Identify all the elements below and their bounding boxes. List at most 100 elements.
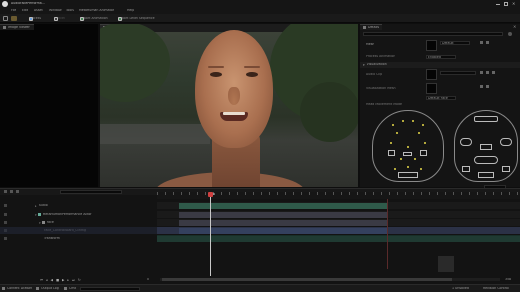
stop-icon[interactable]: ■ xyxy=(56,278,59,282)
process-button[interactable]: Process xyxy=(29,16,41,21)
face-control-board-left[interactable] xyxy=(372,110,444,186)
control-square[interactable] xyxy=(398,172,418,178)
control-point[interactable] xyxy=(407,166,409,168)
search-icon[interactable] xyxy=(16,190,19,193)
menu-help[interactable]: Help xyxy=(127,9,134,12)
cmd-button[interactable]: Cmd xyxy=(64,287,76,290)
reset-icon[interactable] xyxy=(486,71,489,74)
control-point[interactable] xyxy=(392,124,394,126)
control-square[interactable] xyxy=(460,138,472,146)
control-square[interactable] xyxy=(480,144,492,150)
control-square[interactable] xyxy=(502,166,510,172)
play-reverse-icon[interactable]: ◀ xyxy=(50,278,52,282)
minimize-icon[interactable] xyxy=(496,4,500,5)
chevron-down-icon[interactable]: ▾ xyxy=(39,221,41,225)
section-visualization[interactable]: ▾ Visualization xyxy=(360,62,520,68)
menu-metahuman-animator[interactable]: MetaHuman Animator xyxy=(79,9,114,12)
control-square[interactable] xyxy=(462,166,470,172)
go-to-end-icon[interactable]: ⏭ xyxy=(72,278,75,282)
control-square[interactable] xyxy=(474,156,498,164)
lane-audio[interactable] xyxy=(157,202,520,209)
image-viewer-tab[interactable]: Image Viewer xyxy=(0,24,34,30)
browse-icon[interactable] xyxy=(480,71,483,74)
control-square[interactable] xyxy=(500,138,512,146)
settings-icon[interactable] xyxy=(508,32,512,36)
control-square[interactable] xyxy=(403,152,412,156)
chevron-down-icon[interactable]: ▾ xyxy=(35,213,37,217)
control-point[interactable] xyxy=(402,120,404,122)
details-tab[interactable]: Details xyxy=(360,24,382,30)
control-point[interactable] xyxy=(420,168,422,170)
control-square[interactable] xyxy=(388,150,395,156)
close-icon[interactable]: ✕ xyxy=(513,25,517,29)
audio-thumbnail[interactable] xyxy=(426,69,437,80)
track-eye-icon[interactable] xyxy=(4,213,7,216)
control-square[interactable] xyxy=(474,116,498,122)
cancel-button[interactable]: Cancel xyxy=(54,16,65,21)
control-point[interactable] xyxy=(407,146,409,148)
reset-icon[interactable] xyxy=(486,85,489,88)
menu-window[interactable]: Window xyxy=(49,9,62,12)
end-frame[interactable]: 358 xyxy=(505,278,511,281)
track-eye-icon[interactable] xyxy=(4,237,7,240)
audio-dropdown[interactable] xyxy=(440,71,476,75)
filter-icon[interactable] xyxy=(10,190,13,193)
browse-icon[interactable] xyxy=(480,85,483,88)
mesh-thumbnail[interactable] xyxy=(426,40,437,51)
control-square[interactable] xyxy=(478,172,494,178)
details-search-input[interactable] xyxy=(363,32,503,36)
menu-file[interactable]: File xyxy=(11,9,16,12)
track-search-input[interactable] xyxy=(60,190,122,194)
ab-viewport-panel[interactable]: A/B Viewport xyxy=(100,24,358,187)
reset-icon[interactable] xyxy=(486,41,489,44)
control-point[interactable] xyxy=(412,120,414,122)
clear-icon[interactable] xyxy=(492,71,495,74)
face-control-board-right[interactable] xyxy=(452,110,520,186)
export-animation-button[interactable]: Export Animation xyxy=(80,16,108,21)
close-icon[interactable]: ✕ xyxy=(512,2,516,6)
control-point[interactable] xyxy=(424,142,426,144)
chevron-right-icon[interactable]: ▸ xyxy=(35,204,37,208)
mesh-dropdown[interactable]: Default xyxy=(440,41,470,45)
step-back-icon[interactable]: ◂ xyxy=(46,278,48,282)
browse-icon[interactable] xyxy=(480,41,483,44)
loop-icon[interactable]: ↻ xyxy=(78,278,81,282)
scrollbar-thumb[interactable] xyxy=(162,278,452,281)
playhead-handle[interactable] xyxy=(208,192,213,197)
track-row-actor[interactable]: ▾ MetaHumanPerformance Actor xyxy=(0,211,157,218)
track-eye-icon[interactable] xyxy=(4,204,7,207)
lane-face[interactable] xyxy=(157,219,520,226)
revision-control[interactable]: Revision Control xyxy=(483,287,509,290)
console-input[interactable] xyxy=(80,287,140,291)
control-point[interactable] xyxy=(394,168,396,170)
window-controls[interactable]: ✕ xyxy=(492,2,516,6)
go-to-start-icon[interactable]: ⏮ xyxy=(40,278,43,282)
start-frame[interactable]: 0 xyxy=(147,278,149,281)
menu-tools[interactable]: Tools xyxy=(66,9,74,12)
playhead[interactable] xyxy=(210,192,211,276)
control-point[interactable] xyxy=(396,132,398,134)
control-square[interactable] xyxy=(420,150,427,156)
unsaved-indicator[interactable]: 1 Unsaved xyxy=(452,287,469,290)
asset-tab[interactable]: AudioFacePerforma... xyxy=(11,2,45,5)
track-row-face[interactable]: ▾ Face xyxy=(0,219,157,226)
output-log-button[interactable]: Output Log xyxy=(36,287,59,290)
add-track-icon[interactable] xyxy=(4,190,7,193)
menu-asset[interactable]: Asset xyxy=(34,9,43,12)
browse-icon[interactable] xyxy=(11,16,17,21)
transform-section[interactable] xyxy=(157,236,520,242)
step-forward-icon[interactable]: ▸ xyxy=(67,278,69,282)
lane-control-rig[interactable] xyxy=(157,227,520,234)
export-level-sequence-button[interactable]: Export Level Sequence xyxy=(118,16,155,21)
track-eye-icon[interactable] xyxy=(4,221,7,224)
control-point[interactable] xyxy=(418,132,420,134)
content-drawer-button[interactable]: Content Drawer xyxy=(2,287,32,290)
control-point[interactable] xyxy=(414,158,416,160)
track-row-audio[interactable]: ▸ Audio xyxy=(0,202,157,209)
control-point[interactable] xyxy=(400,158,402,160)
visualization-mesh-thumbnail[interactable] xyxy=(426,83,437,94)
lane-actor[interactable] xyxy=(157,211,520,218)
menu-edit[interactable]: Edit xyxy=(22,9,28,12)
process-animation-dropdown[interactable]: Enabled xyxy=(426,55,456,59)
track-row-transform[interactable]: Transform xyxy=(0,235,157,242)
